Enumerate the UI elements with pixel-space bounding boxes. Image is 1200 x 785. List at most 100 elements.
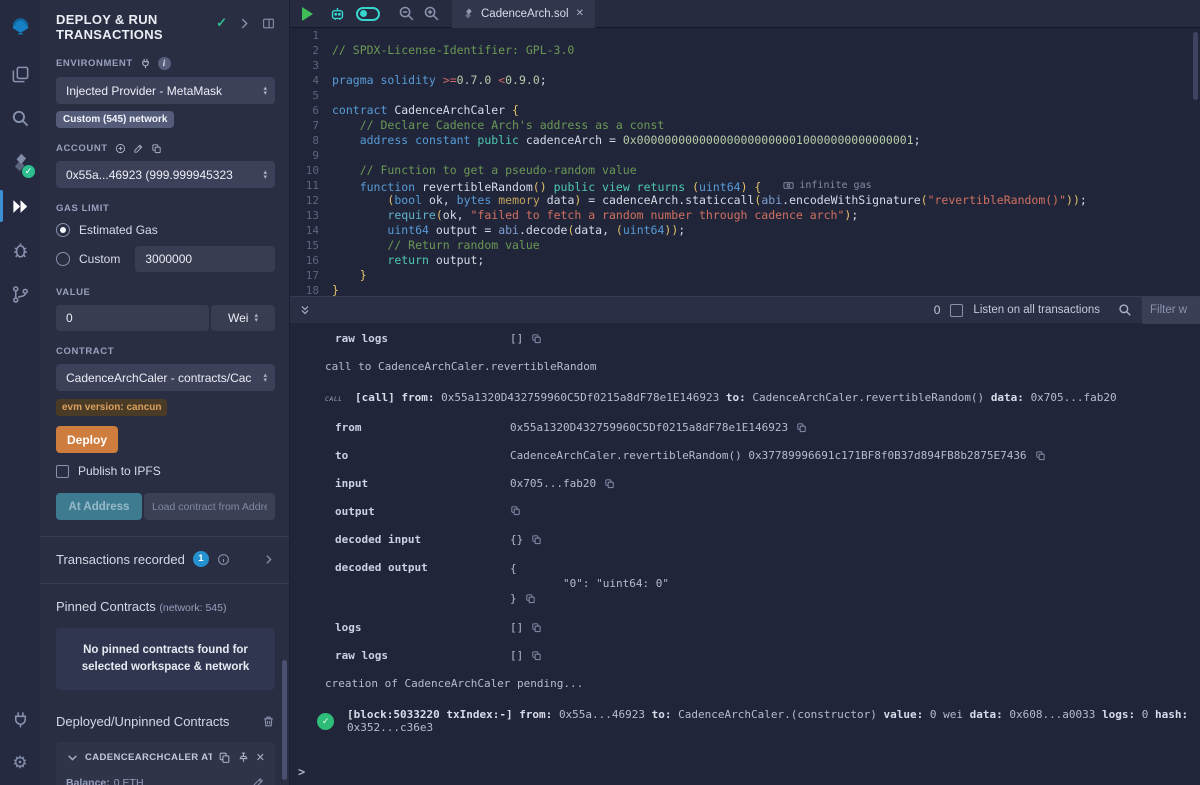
line-number: 3 — [290, 58, 332, 73]
environment-info-icon[interactable]: i — [158, 57, 171, 70]
gas-custom-input[interactable] — [135, 246, 275, 272]
copy-icon[interactable] — [1035, 450, 1046, 461]
terminal-result-line[interactable]: ✓[block:5033220 txIndex:-] from: 0x55a..… — [290, 708, 1200, 734]
code-line[interactable]: 13 require(ok, "failed to fetch a random… — [290, 208, 1200, 223]
line-number: 14 — [290, 223, 332, 238]
deploy-button[interactable]: Deploy — [56, 426, 118, 453]
git-icon[interactable] — [0, 272, 40, 316]
edit-balance-icon[interactable] — [252, 776, 265, 785]
terminal-search-icon[interactable] — [1118, 303, 1132, 317]
terminal-output[interactable]: raw logs[]call to CadenceArchCaler.rever… — [290, 323, 1200, 785]
publish-ipfs-option[interactable]: Publish to IPFS — [56, 464, 275, 478]
deployed-contract-title[interactable]: CADENCEARCHCALER AT 0) — [85, 752, 212, 763]
code-line[interactable]: 12 (bool ok, bytes memory data) = cadenc… — [290, 193, 1200, 208]
listen-checkbox[interactable] — [950, 304, 963, 317]
log-label: [block:5033220 txIndex:-] — [347, 708, 519, 721]
code-line[interactable]: 17 } — [290, 268, 1200, 283]
call-line-text: [call] from: 0x55a1320D432759960C5Df0215… — [355, 391, 1117, 404]
contract-select[interactable]: CadenceArchCaler - contracts/Cac ▴▾ — [56, 364, 275, 391]
add-account-icon[interactable] — [115, 143, 126, 154]
log-label: to: — [726, 391, 753, 404]
evm-version-badge: evm version: cancun — [56, 399, 167, 416]
log-label: data: — [970, 708, 1010, 721]
gas-custom-option[interactable]: Custom — [56, 246, 275, 272]
settings-icon[interactable]: ⚙ — [0, 741, 40, 785]
copy-icon[interactable] — [531, 650, 542, 661]
account-select[interactable]: 0x55a...46923 (999.999945323 ▴▾ — [56, 161, 275, 188]
copy-icon[interactable] — [510, 505, 521, 516]
code-line[interactable]: 7 // Declare Cadence Arch's address as a… — [290, 118, 1200, 133]
code-editor[interactable]: 12// SPDX-License-Identifier: GPL-3.034p… — [290, 28, 1200, 296]
code-line[interactable]: 16 return output; — [290, 253, 1200, 268]
code-line[interactable]: 3 — [290, 58, 1200, 73]
code-line[interactable]: 6contract CadenceArchCaler { — [290, 103, 1200, 118]
value-input[interactable] — [56, 305, 209, 331]
code-line[interactable]: 15 // Return random value — [290, 238, 1200, 253]
radio-icon[interactable] — [56, 252, 70, 266]
transactions-recorded-row[interactable]: Transactions recorded 1 — [56, 551, 275, 567]
search-icon[interactable] — [0, 96, 40, 140]
editor-scrollbar[interactable] — [1193, 32, 1198, 100]
line-number: 5 — [290, 88, 332, 103]
tab-cadencearch-sol[interactable]: CadenceArch.sol ✕ — [452, 0, 595, 28]
line-number: 6 — [290, 103, 332, 118]
code-line[interactable]: 4pragma solidity >=0.7.0 <0.9.0; — [290, 73, 1200, 88]
plug-icon[interactable] — [140, 58, 151, 69]
at-address-button[interactable]: At Address — [56, 493, 142, 520]
copy-icon[interactable] — [531, 333, 542, 344]
remix-logo[interactable] — [0, 0, 40, 52]
code-line[interactable]: 11 function revertibleRandom() public vi… — [290, 178, 1200, 193]
environment-select[interactable]: Injected Provider - MetaMask ▴▾ — [56, 77, 275, 104]
call-badge: call — [325, 395, 355, 403]
ai-assistant-icon[interactable] — [329, 5, 346, 22]
panel-scrollbar[interactable] — [282, 660, 287, 780]
tx-info-icon[interactable] — [217, 553, 230, 566]
copy-icon[interactable] — [531, 534, 542, 545]
copy-icon[interactable] — [218, 751, 231, 764]
run-script-icon[interactable] — [302, 7, 313, 21]
radio-selected-icon[interactable] — [56, 223, 70, 237]
close-tab-icon[interactable]: ✕ — [576, 8, 584, 19]
code-line[interactable]: 2// SPDX-License-Identifier: GPL-3.0 — [290, 43, 1200, 58]
pin-panel-icon[interactable] — [262, 17, 275, 30]
close-icon[interactable]: ✕ — [256, 751, 265, 764]
at-address-input[interactable] — [144, 493, 275, 520]
code-line[interactable]: 9 — [290, 148, 1200, 163]
code-line[interactable]: 8 address constant public cadenceArch = … — [290, 133, 1200, 148]
value-unit-select[interactable]: Wei ▴▾ — [211, 305, 275, 331]
chevron-right-icon[interactable] — [262, 553, 275, 566]
zoom-in-icon[interactable] — [423, 5, 440, 22]
deploy-run-icon[interactable] — [0, 184, 40, 228]
log-key: input — [335, 477, 510, 490]
sign-message-icon[interactable] — [133, 143, 144, 154]
terminal-filter-input[interactable] — [1142, 297, 1200, 324]
pin-icon[interactable] — [237, 751, 250, 764]
publish-checkbox[interactable] — [56, 465, 69, 478]
expand-panel-icon[interactable] — [238, 17, 251, 30]
copy-icon[interactable] — [531, 622, 542, 633]
chevron-down-icon[interactable] — [66, 751, 79, 764]
code-line[interactable]: 5 — [290, 88, 1200, 103]
terminal-prompt[interactable]: > — [298, 765, 305, 779]
solidity-compiler-icon[interactable]: ✓ — [0, 140, 40, 184]
plugin-manager-icon[interactable] — [0, 697, 40, 741]
terminal-call-line[interactable]: call[call] from: 0x55a1320D432759960C5Df… — [290, 391, 1200, 404]
ai-copilot-toggle[interactable] — [356, 7, 380, 21]
copy-icon[interactable] — [525, 593, 536, 604]
code-line[interactable]: 1 — [290, 28, 1200, 43]
collapse-terminal-icon[interactable] — [299, 304, 311, 316]
copy-icon[interactable] — [796, 422, 807, 433]
zoom-out-icon[interactable] — [398, 5, 415, 22]
trash-icon[interactable] — [262, 715, 275, 728]
gas-estimated-option[interactable]: Estimated Gas — [56, 223, 275, 237]
line-number: 2 — [290, 43, 332, 58]
copy-account-icon[interactable] — [151, 143, 162, 154]
code-line[interactable]: 10 // Function to get a pseudo-random va… — [290, 163, 1200, 178]
file-explorer-icon[interactable] — [0, 52, 40, 96]
terminal-text-line: call to CadenceArchCaler.revertibleRando… — [290, 360, 1200, 373]
debugger-icon[interactable] — [0, 228, 40, 272]
code-text: // Return random value — [332, 238, 540, 253]
code-line[interactable]: 14 uint64 output = abi.decode(data, (uin… — [290, 223, 1200, 238]
code-line[interactable]: 18} — [290, 283, 1200, 296]
copy-icon[interactable] — [604, 478, 615, 489]
